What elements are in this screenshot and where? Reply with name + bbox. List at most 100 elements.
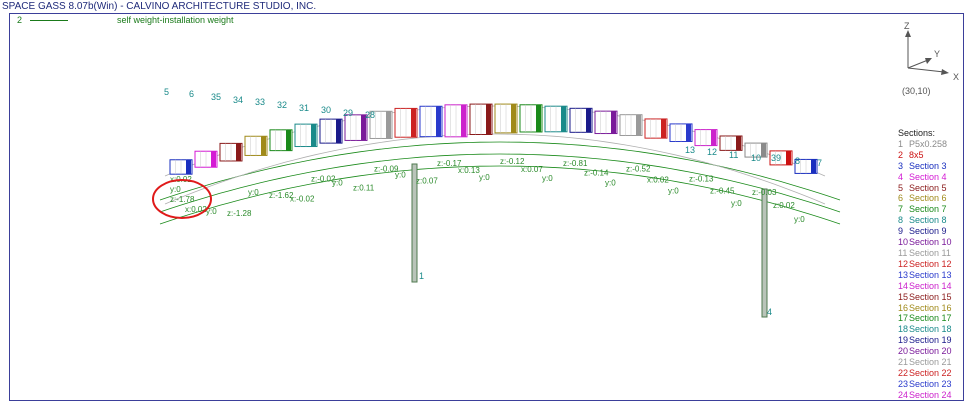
model-viewport[interactable]: 2 self weight-installation weight 5 6 35 34… xyxy=(9,13,964,401)
section-item: 1 P5x0.258 xyxy=(898,139,952,150)
structure-model[interactable]: 5 6 35 34 33 32 31 30 29 28 13 12 11 10 39 8 7 1 4 x:0.02 y:… xyxy=(10,14,890,400)
section-number: 17 xyxy=(898,313,909,324)
node-label: 30 xyxy=(321,105,331,115)
section-name: 8x5 xyxy=(909,149,924,160)
section-name: Section 22 xyxy=(909,367,952,378)
section-face xyxy=(561,106,566,132)
section-item: 18Section 18 xyxy=(898,324,952,335)
section-face xyxy=(536,104,541,132)
section-name: Section 17 xyxy=(909,313,952,324)
node-label: 28 xyxy=(365,110,375,120)
section-number: 12 xyxy=(898,258,909,269)
node-label: 39 xyxy=(771,153,781,163)
section-item: 20Section 20 xyxy=(898,346,952,357)
node-label: 6 xyxy=(189,89,194,99)
section-number: 9 xyxy=(898,226,904,237)
section-face xyxy=(336,119,341,144)
section-number: 8 xyxy=(898,215,904,226)
x-arrow-icon xyxy=(941,69,949,75)
section-name: Section 13 xyxy=(909,269,952,280)
displacement-label: z:-0.81 xyxy=(563,159,588,168)
displacement-label: z:-0.14 xyxy=(584,168,609,177)
y-axis-icon xyxy=(907,59,929,69)
section-item: 21Section 21 xyxy=(898,357,952,368)
section-item: 2 8x5 xyxy=(898,150,952,161)
section-item: 16Section 16 xyxy=(898,303,952,314)
section-item: 4 Section 4 xyxy=(898,172,952,183)
section-number: 4 xyxy=(898,171,904,182)
section-item: 10Section 10 xyxy=(898,237,952,248)
y-arrow-icon xyxy=(925,58,932,64)
window-title: SPACE GASS 8.07b(Win) - CALVINO ARCHITEC… xyxy=(2,1,317,12)
section-item: 12Section 12 xyxy=(898,259,952,270)
displacement-label: x:-0.02 xyxy=(290,194,315,203)
section-face xyxy=(661,118,666,139)
section-item: 5 Section 5 xyxy=(898,183,952,194)
node-label: 32 xyxy=(277,100,287,110)
section-number: 2 xyxy=(898,149,904,160)
section-number: 23 xyxy=(898,378,909,389)
section-name: Section 7 xyxy=(909,204,947,215)
sections-legend: Sections: 1 P5x0.258 2 8x5 3 Section 3 4 Sectio… xyxy=(898,128,952,400)
section-number: 19 xyxy=(898,335,909,346)
z-axis-label: Z xyxy=(904,21,910,31)
section-name: Section 14 xyxy=(909,280,952,291)
section-item: 13Section 13 xyxy=(898,270,952,281)
displacement-label: z:-0.52 xyxy=(626,165,651,174)
node-label: 13 xyxy=(685,145,695,155)
section-name: Section 18 xyxy=(909,324,952,335)
section-item: 15Section 15 xyxy=(898,292,952,303)
section-name: Section 21 xyxy=(909,357,952,368)
section-number: 24 xyxy=(898,389,909,400)
displacement-label: y:0 xyxy=(395,170,406,179)
displacement-label: y:0 xyxy=(332,179,343,188)
x-axis-icon xyxy=(907,67,945,73)
column-4 xyxy=(761,188,768,318)
displacement-label: z:-0.03 xyxy=(752,188,777,197)
x-axis-label: X xyxy=(953,72,959,82)
sections-title: Sections: xyxy=(898,128,936,138)
section-name: Section 19 xyxy=(909,335,952,346)
node-label: 1 xyxy=(419,271,424,281)
section-face xyxy=(386,111,391,139)
z-arrow-icon xyxy=(905,30,911,37)
section-name: Section 4 xyxy=(909,171,947,182)
section-face xyxy=(586,108,591,133)
section-number: 11 xyxy=(898,247,908,258)
section-face xyxy=(636,114,641,136)
displacement-label: z:0.11 xyxy=(353,184,375,193)
node-label: 31 xyxy=(299,103,309,113)
deflected-shape-line xyxy=(159,165,841,225)
view-angle: (30,10) xyxy=(902,86,931,96)
section-name: Section 15 xyxy=(909,291,952,302)
section-number: 18 xyxy=(898,324,909,335)
section-name: Section 11 xyxy=(909,247,951,258)
displacement-label: x:0.07 xyxy=(521,165,543,174)
section-face xyxy=(486,104,491,135)
section-name: Section 8 xyxy=(909,215,947,226)
section-item: 11 Section 11 xyxy=(898,248,952,259)
displacement-label: z:0.07 xyxy=(416,176,438,185)
section-name: Section 24 xyxy=(909,389,952,400)
displacement-label: y:0 xyxy=(605,178,616,187)
section-face xyxy=(761,143,766,158)
displacement-label: z:-0.13 xyxy=(689,174,714,183)
y-axis-label: Y xyxy=(934,49,940,59)
section-face xyxy=(211,151,216,168)
section-face xyxy=(611,111,616,134)
section-item: 7 Section 7 xyxy=(898,204,952,215)
section-face xyxy=(236,143,241,161)
section-name: Section 23 xyxy=(909,378,952,389)
section-item: 24Section 24 xyxy=(898,389,952,400)
displacement-label: y:0 xyxy=(479,173,490,182)
displacement-label: y:0 xyxy=(542,174,553,183)
section-number: 5 xyxy=(898,182,904,193)
section-number: 15 xyxy=(898,291,909,302)
section-number: 3 xyxy=(898,160,904,171)
node-label: 8 xyxy=(795,156,800,166)
section-face xyxy=(261,136,266,156)
section-name: P5x0.258 xyxy=(909,138,948,149)
section-number: 1 xyxy=(898,138,904,149)
section-number: 14 xyxy=(898,280,909,291)
displacement-label: z:-1.28 xyxy=(227,209,252,218)
